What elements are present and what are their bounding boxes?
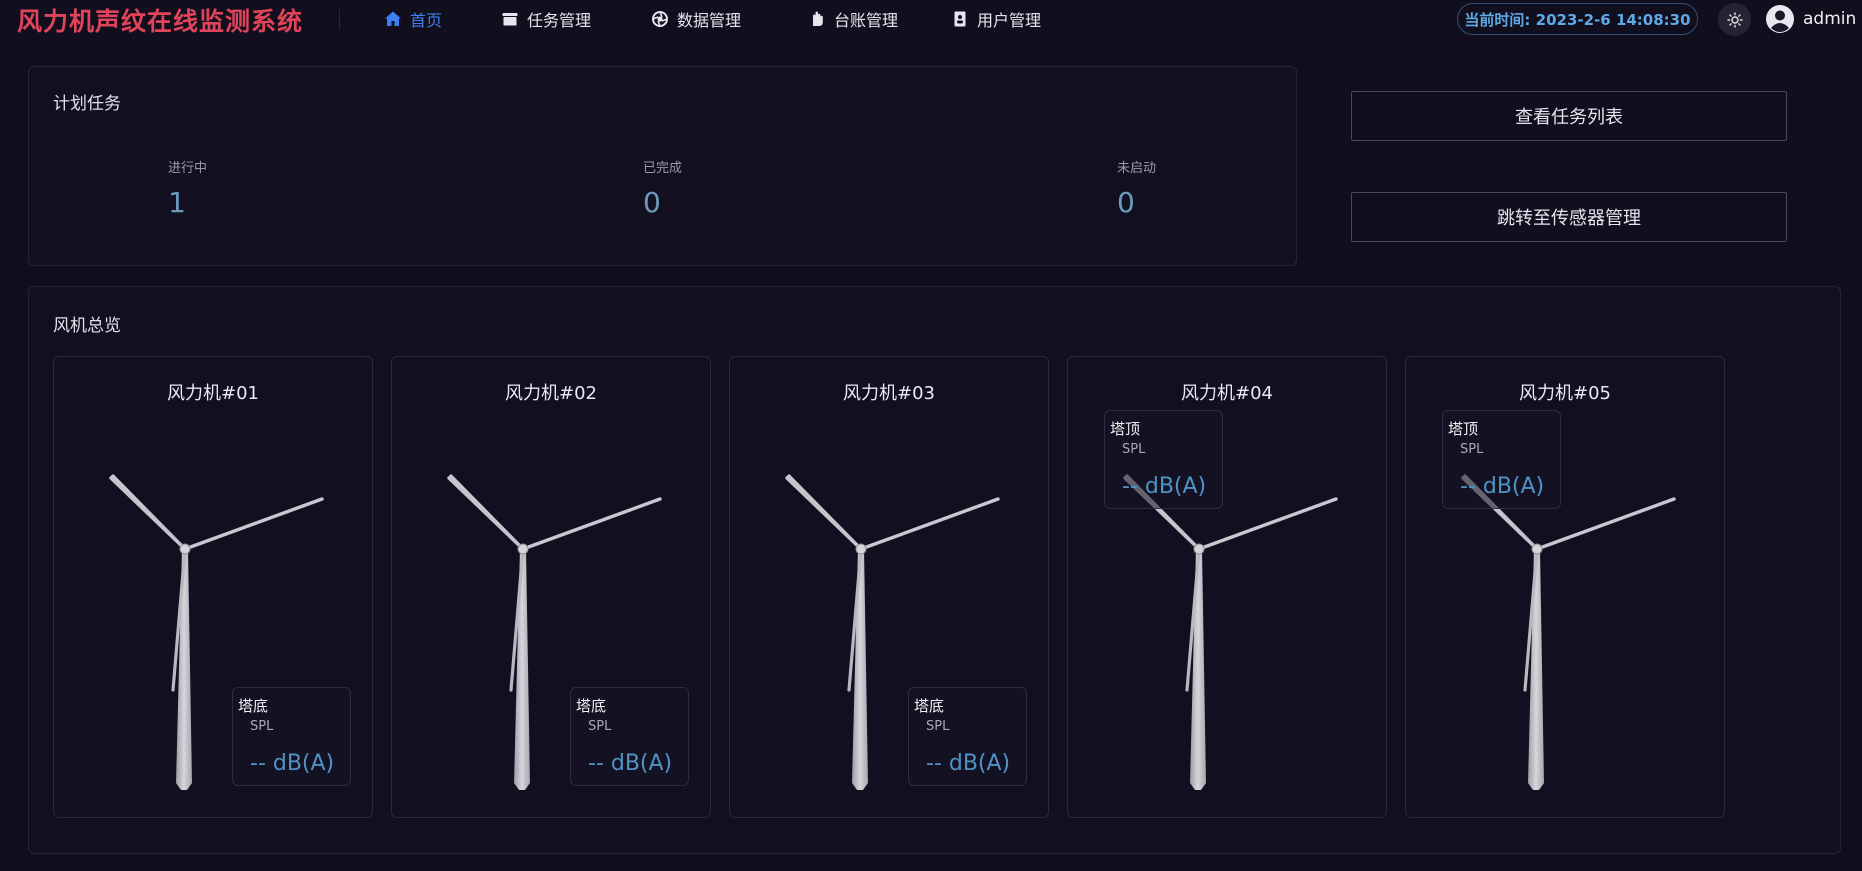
sensor-metric: SPL [926,719,950,734]
sensor-name: 塔顶 [1448,420,1479,438]
nav-label: 台账管理 [834,11,899,30]
sensor-box-tower-bottom[interactable]: 塔底 SPL -- dB(A) [232,687,351,786]
sensor-value: -- dB(A) [1460,474,1545,499]
app-title: 风力机声纹在线监测系统 [17,7,304,36]
stat-not-started: 未启动 0 [1117,157,1156,219]
sensor-metric: SPL [250,719,274,734]
nav-item-data[interactable]: 数据管理 [651,0,741,38]
turbine-name: 风力机#03 [843,383,935,404]
sensor-value: -- dB(A) [926,751,1011,776]
sensor-value: -- dB(A) [588,751,673,776]
user-menu[interactable]: admin [1765,3,1856,35]
go-sensor-management-button[interactable]: 跳转至传感器管理 [1351,192,1787,242]
sensor-name: 塔底 [914,697,945,715]
turbine-name: 风力机#05 [1519,383,1611,404]
sensor-name: 塔底 [238,697,269,715]
folder-icon [502,13,518,26]
fleet-overview-panel: 风机总览 风力机#01 塔底 SPL -- dB(A) 风力机#02 塔底 SP… [28,286,1841,854]
stat-value: 0 [1117,186,1135,219]
home-icon [385,11,401,26]
top-bar: 风力机声纹在线监测系统 首页 任务管理 数据管理 台账管理 用户管理 当前时间:… [0,0,1862,38]
user-file-icon [954,11,966,27]
turbine-graphic [1123,474,1338,790]
nav-item-tasks[interactable]: 任务管理 [501,0,591,38]
nav-label: 数据管理 [677,11,742,30]
nav-label: 用户管理 [977,11,1042,30]
sensor-box-tower-top[interactable]: 塔顶 SPL -- dB(A) [1442,410,1561,509]
turbine-name: 风力机#01 [167,383,259,404]
stat-label: 进行中 [168,161,208,176]
sensor-value: -- dB(A) [1122,474,1207,499]
turbine-graphic [1461,474,1676,790]
view-task-list-button[interactable]: 查看任务列表 [1351,91,1787,141]
stat-value: 0 [643,186,661,219]
nav-item-ledger[interactable]: 台账管理 [808,0,898,38]
turbine-card[interactable]: 风力机#04 塔顶 SPL -- dB(A) [1067,356,1387,818]
title-divider [339,9,340,29]
sensor-name: 塔底 [576,697,607,715]
nav-label: 任务管理 [527,11,592,30]
sensor-box-tower-bottom[interactable]: 塔底 SPL -- dB(A) [908,687,1027,786]
turbine-card[interactable]: 风力机#02 塔底 SPL -- dB(A) [391,356,711,818]
aperture-icon [652,11,668,27]
theme-toggle-button[interactable] [1718,3,1751,36]
sun-icon [1726,11,1743,28]
sensor-metric: SPL [1460,442,1484,457]
sensor-metric: SPL [1122,442,1146,457]
sensor-metric: SPL [588,719,612,734]
turbine-card[interactable]: 风力机#01 塔底 SPL -- dB(A) [53,356,373,818]
nav-label: 首页 [410,11,443,30]
nav-item-users[interactable]: 用户管理 [951,0,1041,38]
plan-tasks-title: 计划任务 [53,94,121,114]
stat-in-progress: 进行中 1 [168,157,207,219]
sensor-box-tower-bottom[interactable]: 塔底 SPL -- dB(A) [570,687,689,786]
stat-completed: 已完成 0 [643,157,682,219]
turbine-card[interactable]: 风力机#03 塔底 SPL -- dB(A) [729,356,1049,818]
current-time-display: 当前时间: 2023-2-6 14:08:30 [1457,3,1698,35]
stat-value: 1 [168,186,186,219]
sensor-name: 塔顶 [1110,420,1141,438]
nav-item-home[interactable]: 首页 [384,0,442,38]
username: admin [1803,9,1857,29]
sensor-box-tower-top[interactable]: 塔顶 SPL -- dB(A) [1104,410,1223,509]
stat-label: 已完成 [643,161,683,176]
sensor-value: -- dB(A) [250,751,335,776]
hand-icon [813,11,823,26]
turbine-name: 风力机#04 [1181,383,1273,404]
turbine-card[interactable]: 风力机#05 塔顶 SPL -- dB(A) [1405,356,1725,818]
turbine-name: 风力机#02 [505,383,597,404]
avatar-icon [1766,5,1794,33]
fleet-overview-title: 风机总览 [53,316,121,336]
plan-tasks-panel: 计划任务 进行中 1 已完成 0 未启动 0 [28,66,1297,266]
stat-label: 未启动 [1117,161,1157,176]
